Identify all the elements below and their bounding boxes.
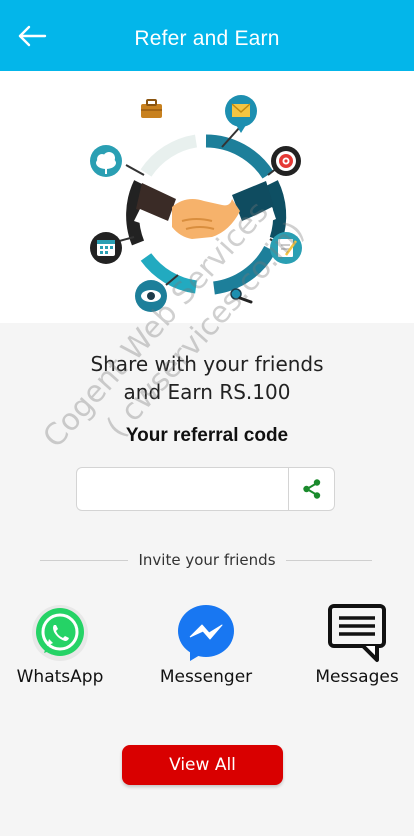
eye-icon [135, 280, 167, 312]
refer-illustration [90, 95, 302, 312]
share-line-1: Share with your friends [90, 352, 324, 376]
messenger-icon [178, 605, 234, 661]
page-title: Refer and Earn [134, 27, 280, 50]
cloud-icon [90, 145, 122, 177]
calendar-icon [90, 232, 122, 264]
messages-label: Messages [315, 667, 399, 687]
share-icon [302, 479, 320, 499]
invite-label: Invite your friends [0, 551, 414, 569]
referral-code-field[interactable] [83, 476, 283, 502]
messenger-label: Messenger [159, 667, 253, 687]
app-bar: Refer and Earn [0, 0, 414, 71]
invite-messages[interactable]: Messages [297, 603, 414, 687]
invite-label-text: Invite your friends [128, 551, 286, 569]
referral-code-box [76, 467, 335, 511]
hero-illustration [0, 71, 414, 323]
referral-section: Share with your friends and Earn RS.100 … [0, 323, 414, 836]
view-all-button[interactable]: View All [122, 745, 283, 785]
share-message: Share with your friends and Earn RS.100 [0, 350, 414, 406]
notepad-icon [270, 232, 302, 264]
briefcase-icon [141, 99, 162, 118]
invite-whatsapp[interactable]: WhatsApp [0, 603, 120, 687]
magnifier-icon [230, 288, 253, 304]
messages-icon [328, 604, 386, 662]
share-button[interactable] [288, 468, 334, 510]
target-icon [271, 146, 301, 176]
handshake-icon [172, 199, 240, 239]
referral-code-title: Your referral code [125, 425, 289, 446]
whatsapp-icon [32, 605, 88, 661]
mail-icon [225, 95, 257, 133]
invite-messenger[interactable]: Messenger [146, 603, 266, 687]
share-line-2: and Earn RS.100 [123, 380, 291, 404]
whatsapp-label: WhatsApp [16, 667, 104, 687]
